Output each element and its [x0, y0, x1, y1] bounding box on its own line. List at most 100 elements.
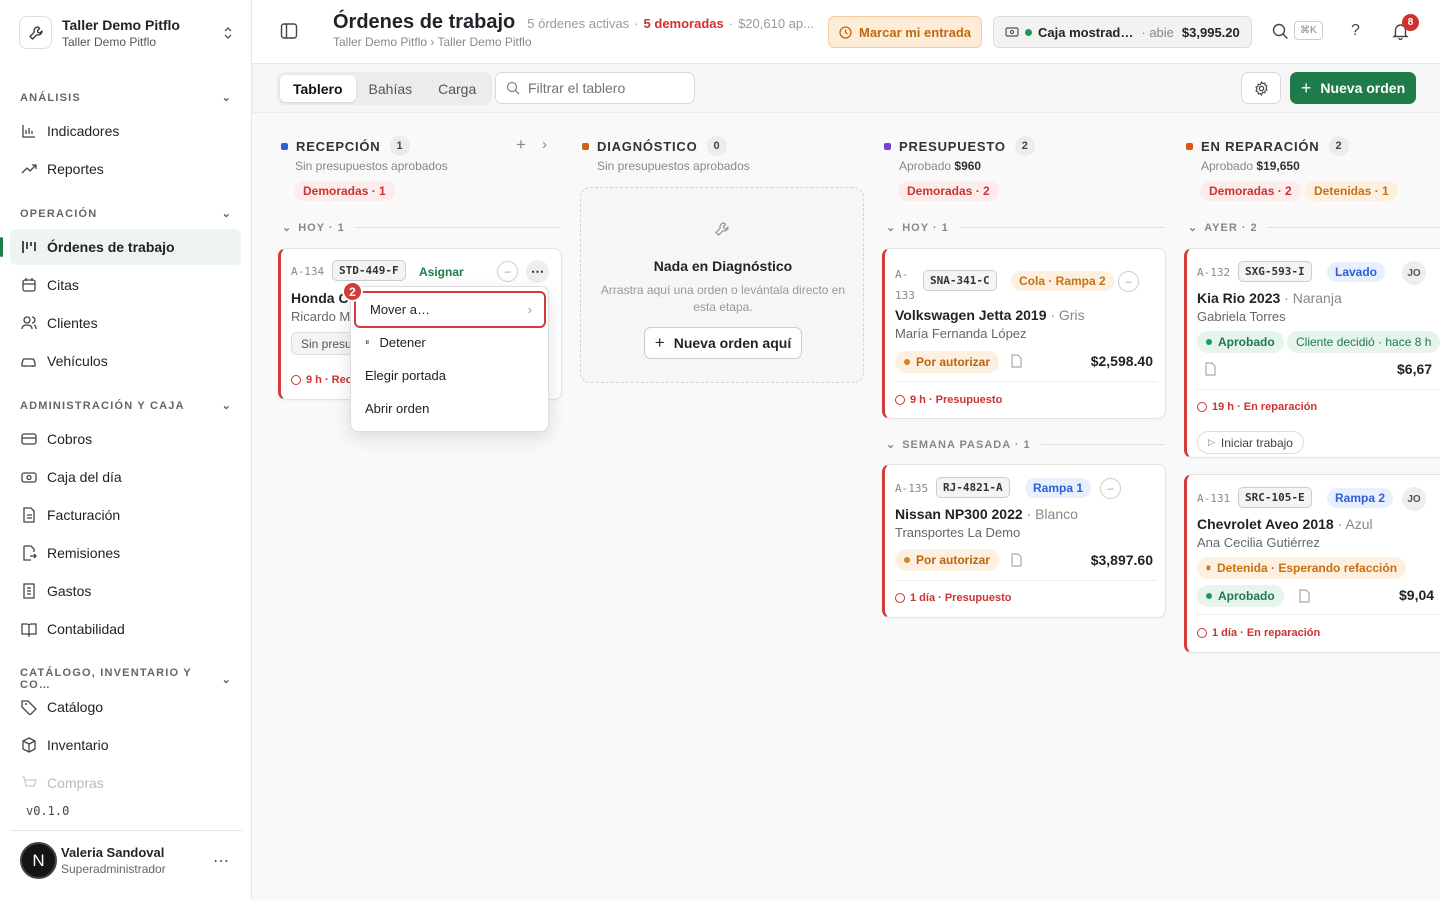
user-name: Valeria Sandoval: [61, 845, 165, 860]
column-header-recepcion: RECEPCIÓN 1: [281, 136, 410, 156]
sidebar-item-citas[interactable]: Citas: [10, 267, 241, 303]
group-header[interactable]: ⌄ AYER · 2: [1188, 221, 1440, 234]
mechanic-avatar[interactable]: JO: [1402, 487, 1426, 511]
add-icon[interactable]: +: [516, 135, 526, 155]
sidebar-item-catalogo[interactable]: Catálogo: [10, 689, 241, 725]
sidebar-item-remisiones[interactable]: Remisiones: [10, 535, 241, 571]
document-icon[interactable]: [1011, 354, 1022, 368]
menu-item-open[interactable]: Abrir orden: [351, 392, 550, 425]
sidebar-item-vehiculos[interactable]: Vehículos: [10, 343, 241, 379]
chevron-down-icon: ⌄: [221, 400, 232, 412]
late-pill[interactable]: Demoradas · 1: [294, 181, 395, 201]
settings-button[interactable]: [1241, 72, 1281, 104]
bay-tag: Rampa 2: [1327, 488, 1394, 508]
divider: [895, 580, 1157, 581]
gear-icon: [1254, 80, 1269, 96]
assign-link[interactable]: Asignar: [419, 265, 464, 279]
late-pill[interactable]: Demoradas · 2: [898, 181, 999, 201]
section-catalogo[interactable]: CATÁLOGO, INVENTARIO Y CO… ⌄: [20, 667, 232, 691]
mechanic-avatar[interactable]: JO: [1402, 261, 1426, 285]
pause-icon: ⏸: [365, 337, 370, 347]
sidebar-item-indicadores[interactable]: Indicadores: [10, 113, 241, 149]
order-card-a133[interactable]: A- 133 SNA-341-C Cola · Rampa 2 – Volkswa…: [882, 248, 1166, 419]
column-sub: Aprobado $19,650: [1201, 159, 1300, 173]
sidebar-item-contabilidad[interactable]: Contabilidad: [10, 611, 241, 647]
document-icon[interactable]: [1205, 362, 1216, 376]
new-order-here-button[interactable]: + Nueva orden aquí: [644, 327, 802, 359]
minus-icon[interactable]: –: [497, 261, 518, 282]
cash-register-button[interactable]: Caja mostrad… · abie $3,995.20: [993, 16, 1252, 48]
order-card-a132[interactable]: A-132 SXG-593-I Lavado JO Kia Rio 2023 ·…: [1184, 248, 1440, 458]
sidebar-item-reportes[interactable]: Reportes: [10, 151, 241, 187]
sidebar-item-caja[interactable]: Caja del día: [10, 459, 241, 495]
column-sub: Sin presupuestos aprobados: [295, 159, 448, 173]
section-analisis[interactable]: ANÁLISIS ⌄: [20, 91, 232, 105]
chevron-right-icon: ›: [527, 302, 532, 317]
menu-item-stop[interactable]: ⏸ Detener: [351, 326, 550, 359]
filter-input-wrap[interactable]: [495, 72, 695, 104]
plus-icon: +: [1300, 77, 1312, 98]
order-card-a135[interactable]: A-135 RJ-4821-A Rampa 1 – Nissan NP300 2…: [882, 464, 1166, 618]
held-pill[interactable]: Detenidas · 1: [1305, 181, 1398, 201]
status-chip: Por autorizar: [895, 351, 1000, 373]
column-dot: [884, 142, 891, 150]
status-chip: Por autorizar: [895, 549, 1000, 571]
tab-tablero[interactable]: Tablero: [280, 75, 356, 102]
document-icon[interactable]: [1299, 589, 1310, 603]
car-icon: [20, 353, 37, 370]
user-menu[interactable]: N Valeria Sandoval Superadministrador ⋯: [10, 830, 242, 890]
minus-icon[interactable]: –: [1118, 271, 1139, 292]
sidebar-item-facturacion[interactable]: Facturación: [10, 497, 241, 533]
chevron-right-icon[interactable]: ›: [542, 136, 547, 153]
shortcut-hint: ⌘K: [1294, 21, 1323, 40]
more-icon[interactable]: ⋯: [213, 851, 230, 871]
cash-icon: [1005, 26, 1019, 38]
decision-chip: Cliente decidió · hace 8 h: [1287, 331, 1440, 353]
tab-carga[interactable]: Carga: [425, 75, 489, 102]
empty-dropzone[interactable]: Nada en Diagnóstico Arrastra aquí una or…: [580, 187, 864, 383]
document-icon[interactable]: [1011, 553, 1022, 567]
new-order-button[interactable]: + Nueva orden: [1290, 72, 1416, 104]
filter-input[interactable]: [528, 80, 688, 96]
more-icon[interactable]: ⋯: [526, 260, 549, 283]
order-amount: $6,67: [1397, 361, 1433, 377]
help-icon[interactable]: ?: [1351, 22, 1360, 40]
order-amount: $2,598.40: [1090, 353, 1153, 369]
group-header[interactable]: ⌄ HOY · 1: [282, 221, 560, 234]
sidebar-item-clientes[interactable]: Clientes: [10, 305, 241, 341]
section-administracion[interactable]: ADMINISTRACIÓN Y CAJA ⌄: [20, 399, 232, 413]
column-header-diagnostico: DIAGNÓSTICO 0: [582, 136, 727, 156]
menu-item-cover[interactable]: Elegir portada: [351, 359, 550, 392]
group-header[interactable]: ⌄ SEMANA PASADA · 1: [886, 438, 1164, 451]
vehicle-name: Honda C: [291, 290, 349, 306]
group-header[interactable]: ⌄ HOY · 1: [886, 221, 1164, 234]
status-chip: Aprobado: [1197, 585, 1284, 607]
workspace-switcher[interactable]: Taller Demo Pitflo Taller Demo Pitflo: [19, 16, 241, 49]
empty-text: Arrastra aquí una orden o levántala dire…: [600, 283, 846, 314]
checkin-button[interactable]: Marcar mi entrada: [828, 16, 982, 48]
late-pill[interactable]: Demoradas · 2: [1200, 181, 1301, 201]
order-code: A- 133: [895, 268, 915, 302]
order-card-a131[interactable]: A-131 SRC-105-E Rampa 2 JO Chevrolet Ave…: [1184, 474, 1440, 653]
search-icon[interactable]: [1272, 23, 1289, 40]
sidebar-item-compras[interactable]: Compras: [10, 765, 241, 801]
bar-chart-icon: [20, 123, 37, 140]
sidebar-toggle-icon[interactable]: [280, 22, 298, 40]
section-operacion[interactable]: OPERACIÓN ⌄: [20, 207, 232, 221]
menu-item-move[interactable]: Mover a… ›: [354, 291, 546, 328]
avatar: N: [20, 842, 57, 879]
status-dot: [1206, 339, 1212, 345]
sidebar-item-ordenes[interactable]: Órdenes de trabajo: [0, 229, 241, 265]
tab-bahias[interactable]: Bahías: [356, 75, 426, 102]
view-tabs: Tablero Bahías Carga: [277, 72, 493, 105]
minus-icon[interactable]: –: [1100, 478, 1121, 499]
sidebar-item-gastos[interactable]: Gastos: [10, 573, 241, 609]
active-orders: 5 órdenes activas: [527, 16, 630, 31]
cash-state: · abie: [1141, 24, 1174, 40]
box-icon: [20, 737, 37, 754]
sidebar-item-inventario[interactable]: Inventario: [10, 727, 241, 763]
start-work-button[interactable]: ▷ Iniciar trabajo: [1197, 431, 1304, 454]
chevron-down-icon: ⌄: [886, 439, 897, 451]
plate: SRC-105-E: [1238, 487, 1312, 508]
sidebar-item-cobros[interactable]: Cobros: [10, 421, 241, 457]
